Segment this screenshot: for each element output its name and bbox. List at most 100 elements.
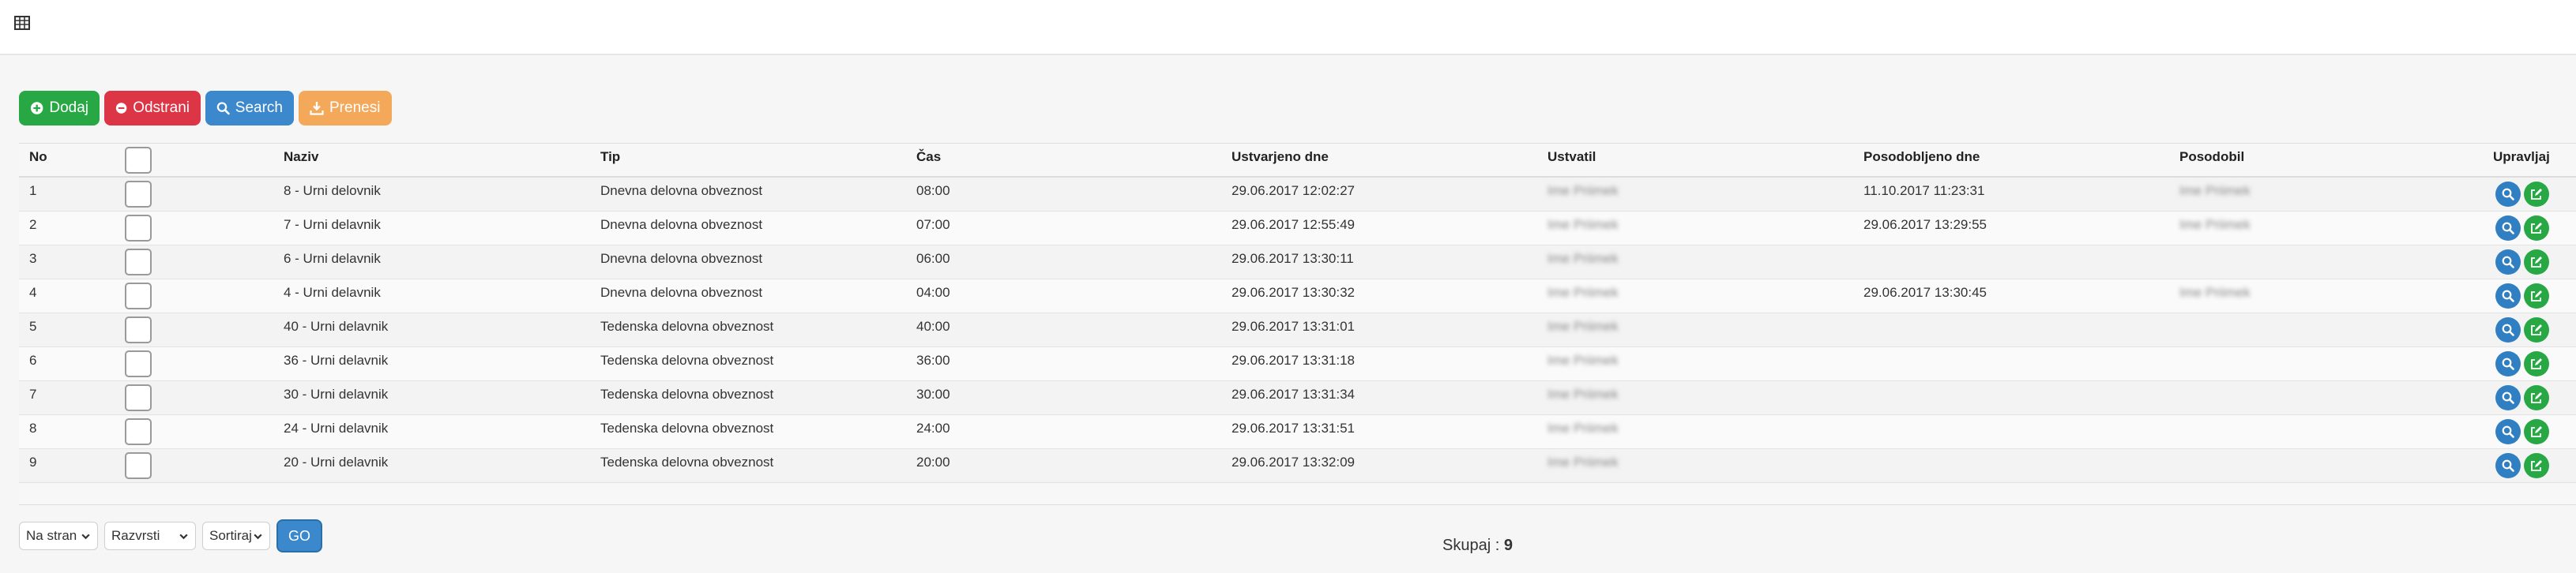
edit-icon xyxy=(2531,189,2542,200)
sort-order-select[interactable]: Sortiraj xyxy=(202,522,270,550)
view-button[interactable] xyxy=(2495,419,2521,444)
row-checkbox[interactable] xyxy=(125,316,152,343)
view-button[interactable] xyxy=(2495,351,2521,376)
header-ustvarjeno[interactable]: Ustvarjeno dne xyxy=(1232,144,1329,178)
view-button[interactable] xyxy=(2495,215,2521,241)
sort-by-value: Razvrsti xyxy=(111,528,160,543)
per-page-select[interactable]: Na stran xyxy=(19,522,98,550)
cell-no: 1 xyxy=(29,183,37,198)
cell-naziv: 7 - Urni delavnik xyxy=(284,217,381,232)
cell-naziv: 36 - Urni delavnik xyxy=(284,353,389,368)
view-button[interactable] xyxy=(2495,283,2521,309)
search-icon xyxy=(2502,222,2514,234)
edit-button[interactable] xyxy=(2524,419,2549,444)
download-icon xyxy=(310,102,324,115)
edit-button[interactable] xyxy=(2524,317,2549,343)
edit-button[interactable] xyxy=(2524,215,2549,241)
sort-order-value: Sortiraj xyxy=(209,528,252,543)
total-count: Skupaj : 9 xyxy=(1442,537,1513,555)
table-icon[interactable] xyxy=(14,16,30,30)
cell-ustvarjeno: 29.06.2017 13:30:11 xyxy=(1232,251,1354,266)
cell-tip: Tedenska delovna obveznost xyxy=(600,421,774,436)
table-row[interactable]: 3 6 - Urni delavnik Dnevna delovna obvez… xyxy=(19,245,2576,279)
cell-cas: 07:00 xyxy=(916,217,950,232)
header-no[interactable]: No xyxy=(29,144,47,178)
search-button[interactable]: Search xyxy=(205,91,294,125)
edit-button[interactable] xyxy=(2524,283,2549,309)
cell-ustvarjeno: 29.06.2017 13:31:51 xyxy=(1232,421,1355,436)
row-checkbox[interactable] xyxy=(125,350,152,377)
view-button[interactable] xyxy=(2495,453,2521,478)
export-button[interactable]: Prenesi xyxy=(299,91,392,125)
header-posodobil[interactable]: Posodobil xyxy=(2179,144,2244,178)
row-checkbox[interactable] xyxy=(125,418,152,445)
row-checkbox[interactable] xyxy=(125,215,152,242)
cell-ustvatil: Ime Priimek xyxy=(1547,421,1619,436)
row-checkbox[interactable] xyxy=(125,452,152,479)
cell-naziv: 40 - Urni delavnik xyxy=(284,319,389,334)
select-all-checkbox[interactable] xyxy=(125,147,152,174)
view-button[interactable] xyxy=(2495,249,2521,275)
cell-posodobljeno: 11.10.2017 11:23:31 xyxy=(1863,183,1985,198)
table-row[interactable]: 4 4 - Urni delavnik Dnevna delovna obvez… xyxy=(19,279,2576,313)
cell-ustvatil: Ime Priimek xyxy=(1547,387,1619,402)
cell-tip: Dnevna delovna obveznost xyxy=(600,251,763,266)
header-naziv[interactable]: Naziv xyxy=(284,144,318,178)
cell-ustvatil: Ime Priimek xyxy=(1547,251,1619,266)
cell-tip: Dnevna delovna obveznost xyxy=(600,183,763,198)
row-checkbox[interactable] xyxy=(125,181,152,208)
add-button[interactable]: Dodaj xyxy=(19,91,100,125)
cell-ustvatil: Ime Priimek xyxy=(1547,217,1619,232)
sort-by-select[interactable]: Razvrsti xyxy=(104,522,196,550)
cell-ustvarjeno: 29.06.2017 13:30:32 xyxy=(1232,285,1355,300)
cell-ustvarjeno: 29.06.2017 12:02:27 xyxy=(1232,183,1355,198)
cell-no: 2 xyxy=(29,217,37,232)
minus-circle-icon xyxy=(115,103,127,114)
row-checkbox[interactable] xyxy=(125,384,152,411)
go-button[interactable]: GO xyxy=(276,519,322,552)
pagination-controls: Na stran Razvrsti Sortiraj GO xyxy=(19,519,322,552)
edit-button[interactable] xyxy=(2524,351,2549,376)
search-icon xyxy=(2502,324,2514,336)
header-ustvatil[interactable]: Ustvatil xyxy=(1547,144,1596,178)
table-row[interactable]: 1 8 - Urni delovnik Dnevna delovna obvez… xyxy=(19,178,2576,212)
cell-tip: Tedenska delovna obveznost xyxy=(600,319,774,334)
cell-cas: 04:00 xyxy=(916,285,950,300)
plus-circle-icon xyxy=(30,102,43,114)
cell-cas: 36:00 xyxy=(916,353,950,368)
remove-button[interactable]: Odstrani xyxy=(104,91,201,125)
search-button-label: Search xyxy=(235,99,283,116)
table-row[interactable]: 8 24 - Urni delavnik Tedenska delovna ob… xyxy=(19,415,2576,449)
header-posodobljeno[interactable]: Posodobljeno dne xyxy=(1863,144,1980,178)
add-button-label: Dodaj xyxy=(49,99,88,116)
edit-button[interactable] xyxy=(2524,249,2549,275)
cell-cas: 06:00 xyxy=(916,251,950,266)
top-bar xyxy=(0,0,2576,55)
edit-button[interactable] xyxy=(2524,182,2549,207)
edit-icon xyxy=(2531,290,2542,301)
table-row[interactable]: 9 20 - Urni delavnik Tedenska delovna ob… xyxy=(19,449,2576,483)
table-row[interactable]: 7 30 - Urni delavnik Tedenska delovna ob… xyxy=(19,381,2576,415)
cell-no: 6 xyxy=(29,353,37,368)
edit-icon xyxy=(2531,358,2542,369)
search-icon xyxy=(2502,391,2514,404)
view-button[interactable] xyxy=(2495,317,2521,343)
cell-naziv: 6 - Urni delavnik xyxy=(284,251,381,266)
cell-posodobil: Ime Priimek xyxy=(2179,183,2251,198)
search-icon xyxy=(2502,459,2514,472)
edit-button[interactable] xyxy=(2524,453,2549,478)
search-icon xyxy=(2502,188,2514,200)
table-row[interactable]: 6 36 - Urni delavnik Tedenska delovna ob… xyxy=(19,347,2576,381)
cell-no: 8 xyxy=(29,421,37,436)
header-tip[interactable]: Tip xyxy=(600,144,620,178)
chevron-down-icon xyxy=(254,534,262,539)
view-button[interactable] xyxy=(2495,182,2521,207)
table-row[interactable]: 5 40 - Urni delavnik Tedenska delovna ob… xyxy=(19,313,2576,347)
cell-naziv: 24 - Urni delavnik xyxy=(284,421,389,436)
header-cas[interactable]: Čas xyxy=(916,144,941,178)
row-checkbox[interactable] xyxy=(125,283,152,309)
view-button[interactable] xyxy=(2495,385,2521,410)
table-row[interactable]: 2 7 - Urni delavnik Dnevna delovna obvez… xyxy=(19,212,2576,245)
row-checkbox[interactable] xyxy=(125,249,152,275)
edit-button[interactable] xyxy=(2524,385,2549,410)
